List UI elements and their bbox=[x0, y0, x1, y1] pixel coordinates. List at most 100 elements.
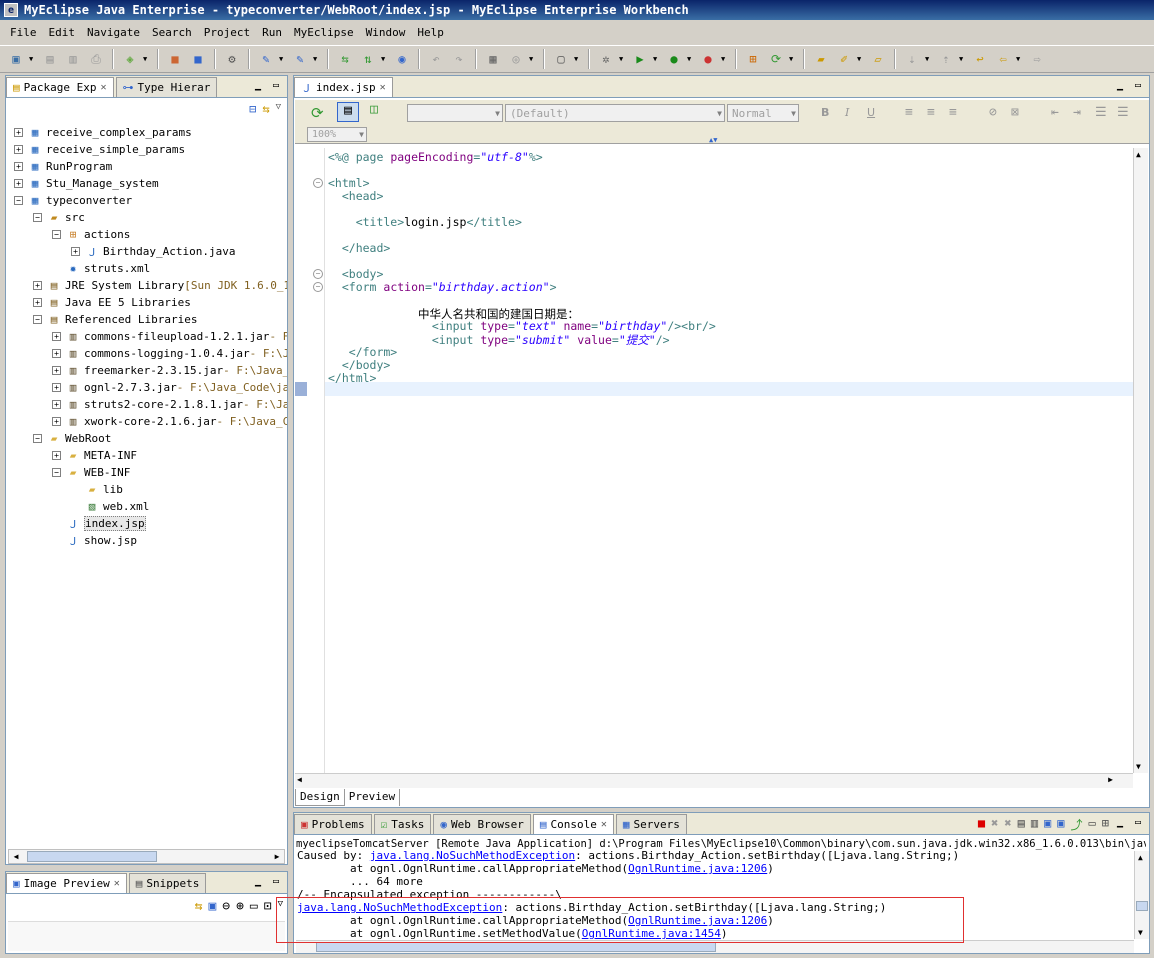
tree-item[interactable]: + ▤ Java EE 5 Libraries bbox=[33, 294, 191, 311]
expand-icon[interactable]: + bbox=[33, 298, 42, 307]
scroll-down-icon[interactable]: ▼ bbox=[1138, 928, 1143, 937]
tree-item[interactable]: + ▦ receive_simple_params bbox=[14, 141, 185, 158]
zoom-in-icon[interactable]: ⊕ bbox=[236, 899, 244, 914]
scroll-right-icon[interactable]: ▶ bbox=[270, 850, 284, 863]
tree-item[interactable]: − ▰ WebRoot bbox=[33, 430, 111, 447]
tab-design[interactable]: Design bbox=[295, 789, 345, 806]
close-icon[interactable]: ✕ bbox=[114, 878, 120, 889]
close-icon[interactable]: ✕ bbox=[380, 82, 386, 93]
display-selected-console-icon[interactable]: ▭ bbox=[1089, 816, 1096, 833]
collapse-icon[interactable]: − bbox=[52, 468, 61, 477]
maximize-icon[interactable]: ▭ bbox=[269, 874, 283, 888]
maximize-icon[interactable]: ▭ bbox=[1131, 815, 1145, 829]
chevron-down-icon[interactable]: ▼ bbox=[925, 55, 933, 63]
new-project-icon[interactable]: ◈ bbox=[120, 49, 140, 69]
chevron-down-icon[interactable]: ▼ bbox=[789, 55, 797, 63]
menu-run[interactable]: Run bbox=[256, 26, 288, 39]
chevron-down-icon[interactable]: ▼ bbox=[687, 55, 695, 63]
forward-icon[interactable]: ⇨ bbox=[1027, 49, 1047, 69]
redo-icon[interactable]: ↷ bbox=[449, 49, 469, 69]
stacktrace-link[interactable]: OgnlRuntime.java:1206 bbox=[628, 862, 767, 875]
expand-icon[interactable]: + bbox=[52, 400, 61, 409]
undo-icon[interactable]: ↶ bbox=[426, 49, 446, 69]
scroll-left-icon[interactable]: ◀ bbox=[9, 850, 23, 863]
zoom-out-icon[interactable]: ⊖ bbox=[222, 899, 230, 914]
next-annotation-icon[interactable]: ⇣ bbox=[902, 49, 922, 69]
horizontal-scrollbar[interactable]: ◀ ▶ bbox=[8, 849, 285, 864]
tree-item[interactable]: ▰ lib bbox=[71, 481, 123, 498]
back-icon[interactable]: ⇦ bbox=[993, 49, 1013, 69]
numbered-list-icon[interactable]: ☰ bbox=[1095, 105, 1107, 120]
fold-toggle-icon[interactable]: − bbox=[313, 269, 323, 279]
menu-myeclipse[interactable]: MyEclipse bbox=[288, 26, 360, 39]
tab-tasks[interactable]: ☑ Tasks bbox=[373, 814, 432, 834]
clear-format-icon[interactable]: ⊠ bbox=[1011, 105, 1019, 120]
chevron-down-icon[interactable]: ▼ bbox=[313, 55, 321, 63]
expand-icon[interactable]: + bbox=[14, 145, 23, 154]
menu-navigate[interactable]: Navigate bbox=[81, 26, 146, 39]
editor-vertical-scrollbar[interactable]: ▲ ▼ bbox=[1133, 148, 1148, 773]
tab-servers[interactable]: ▦ Servers bbox=[615, 814, 687, 834]
expand-icon[interactable]: + bbox=[52, 417, 61, 426]
expand-icon[interactable]: + bbox=[52, 383, 61, 392]
minimize-icon[interactable]: ▁ bbox=[251, 874, 265, 888]
chevron-down-icon[interactable]: ▼ bbox=[959, 55, 967, 63]
prev-annotation-icon[interactable]: ⇡ bbox=[936, 49, 956, 69]
print-icon[interactable]: ⎙ bbox=[86, 49, 106, 69]
last-edit-icon[interactable]: ↩ bbox=[970, 49, 990, 69]
tree-item[interactable]: − ▰ src bbox=[33, 209, 85, 226]
actual-size-icon[interactable]: ▭ bbox=[250, 899, 258, 914]
scroll-down-icon[interactable]: ▼ bbox=[1136, 762, 1141, 771]
minimize-icon[interactable]: ▁ bbox=[1113, 815, 1127, 829]
java-version-icon[interactable]: ⚙ bbox=[222, 49, 242, 69]
tree-item[interactable]: + Ｊ Birthday_Action.java bbox=[71, 243, 235, 260]
search-globe-icon[interactable]: ◎ bbox=[506, 49, 526, 69]
tree-item[interactable]: + ▥ xwork-core-2.1.6.jar - F:\Java_Co bbox=[52, 413, 287, 430]
new-class-icon[interactable]: ⊞ bbox=[743, 49, 763, 69]
expand-icon[interactable]: + bbox=[33, 281, 42, 290]
server-icon[interactable]: ⇅ bbox=[358, 49, 378, 69]
refresh-icon[interactable]: ⟳ bbox=[766, 49, 786, 69]
collapse-icon[interactable]: − bbox=[33, 315, 42, 324]
expand-icon[interactable]: + bbox=[52, 366, 61, 375]
tree-item[interactable]: Ｊshow.jsp bbox=[52, 532, 137, 549]
fit-image-icon[interactable]: ▣ bbox=[208, 899, 216, 914]
expand-icon[interactable]: + bbox=[52, 451, 61, 460]
maximize-icon[interactable]: ▭ bbox=[269, 78, 283, 92]
open-file-icon[interactable]: ▱ bbox=[868, 49, 888, 69]
tree-item[interactable]: + ▦ Stu_Manage_system bbox=[14, 175, 159, 192]
fold-toggle-icon[interactable]: − bbox=[313, 178, 323, 188]
open-type-icon[interactable]: ■ bbox=[165, 49, 185, 69]
fit-window-icon[interactable]: ⊡ bbox=[264, 899, 272, 914]
style-select[interactable]: (Default) ▼ bbox=[505, 104, 725, 122]
maximize-icon[interactable]: ▭ bbox=[1131, 78, 1145, 92]
chevron-down-icon[interactable]: ▼ bbox=[857, 55, 865, 63]
expand-icon[interactable]: + bbox=[14, 179, 23, 188]
close-icon[interactable]: ✕ bbox=[601, 819, 607, 830]
chevron-down-icon[interactable]: ▼ bbox=[721, 55, 729, 63]
collapse-icon[interactable]: − bbox=[33, 213, 42, 222]
scroll-thumb[interactable] bbox=[1136, 901, 1148, 911]
font-select[interactable]: ▼ bbox=[407, 104, 503, 122]
collapse-icon[interactable]: − bbox=[14, 196, 23, 205]
menu-help[interactable]: Help bbox=[411, 26, 450, 39]
external-tools-icon[interactable]: ● bbox=[698, 49, 718, 69]
menu-project[interactable]: Project bbox=[198, 26, 256, 39]
view-menu-icon[interactable]: ▽ bbox=[276, 102, 281, 116]
tab-index-jsp[interactable]: Ｊ index.jsp ✕ bbox=[294, 77, 393, 97]
save-icon[interactable]: ▤ bbox=[40, 49, 60, 69]
chevron-down-icon[interactable]: ▼ bbox=[29, 55, 37, 63]
save-all-icon[interactable]: ▥ bbox=[63, 49, 83, 69]
chevron-down-icon[interactable]: ▼ bbox=[279, 55, 287, 63]
clear-console-icon[interactable]: ▤ bbox=[1018, 816, 1025, 833]
remove-all-icon[interactable]: ✖ bbox=[1004, 816, 1011, 833]
run-config-icon[interactable]: ● bbox=[664, 49, 684, 69]
collapse-icon[interactable]: − bbox=[33, 434, 42, 443]
split-horizontal-icon[interactable]: ▤ bbox=[337, 102, 359, 122]
tab-image-preview[interactable]: ▣ Image Preview ✕ bbox=[6, 873, 127, 893]
scroll-lock-icon[interactable]: ▥ bbox=[1031, 816, 1038, 833]
expand-icon[interactable]: + bbox=[14, 162, 23, 171]
scroll-up-icon[interactable]: ▲ bbox=[1138, 853, 1143, 862]
expand-icon[interactable]: + bbox=[71, 247, 80, 256]
tab-preview[interactable]: Preview bbox=[345, 789, 401, 806]
